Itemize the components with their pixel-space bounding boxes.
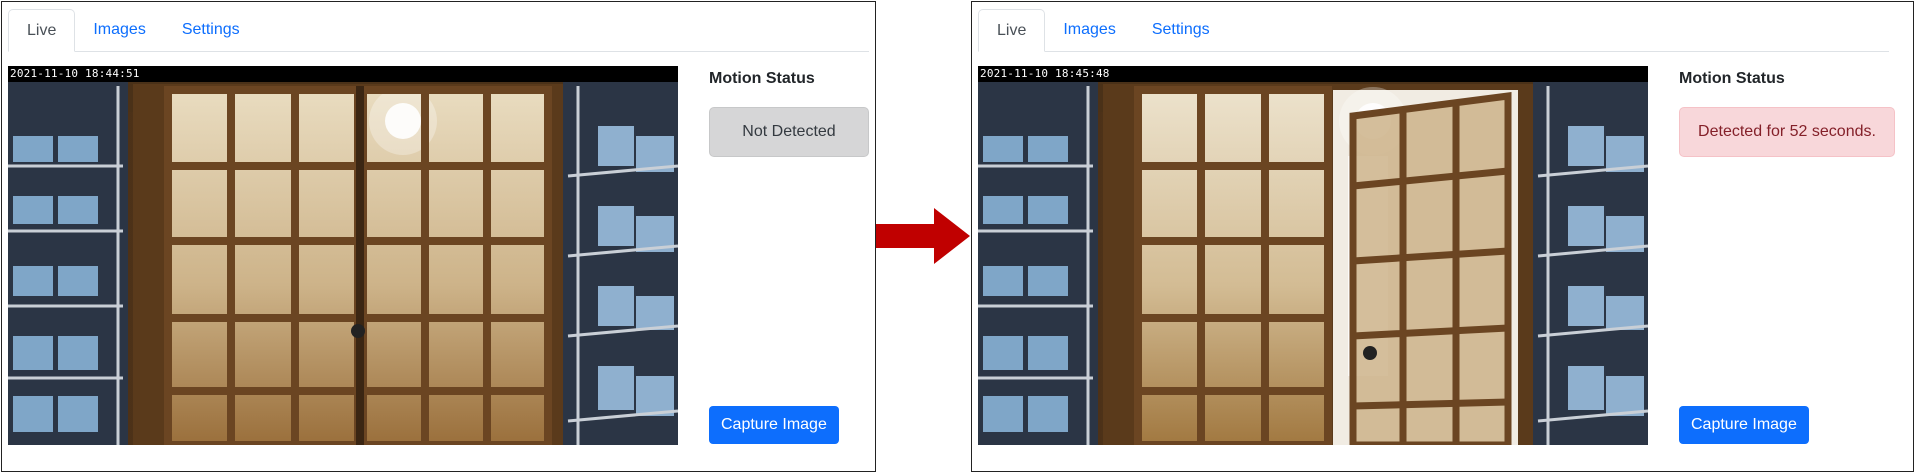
right-arrow-icon [876,208,970,264]
app-window-after: Live Images Settings 2021-11-10 18:45:48… [971,1,1914,472]
tab-live[interactable]: Live [8,9,76,52]
capture-image-button[interactable]: Capture Image [1679,406,1809,444]
tab-live[interactable]: Live [978,9,1046,52]
tab-images[interactable]: Images [1045,9,1133,52]
live-camera-feed: 2021-11-10 18:44:51 [8,66,678,445]
live-camera-feed: 2021-11-10 18:45:48 [978,66,1648,445]
motion-status-badge: Detected for 52 seconds. [1679,107,1895,157]
camera-timestamp: 2021-11-10 18:44:51 [8,66,678,82]
tab-settings[interactable]: Settings [1134,9,1228,52]
tab-images[interactable]: Images [75,9,163,52]
tab-settings[interactable]: Settings [164,9,258,52]
tab-bar: Live Images Settings [8,9,869,52]
camera-image [978,66,1648,445]
camera-image [8,66,678,445]
motion-status-badge: Not Detected [709,107,869,157]
camera-timestamp: 2021-11-10 18:45:48 [978,66,1648,82]
motion-status-title: Motion Status [1679,70,1785,87]
app-window-before: Live Images Settings 2021-11-10 18:44:51… [1,1,876,472]
tab-bar: Live Images Settings [978,9,1889,52]
capture-image-button[interactable]: Capture Image [709,406,839,444]
motion-status-title: Motion Status [709,70,815,87]
